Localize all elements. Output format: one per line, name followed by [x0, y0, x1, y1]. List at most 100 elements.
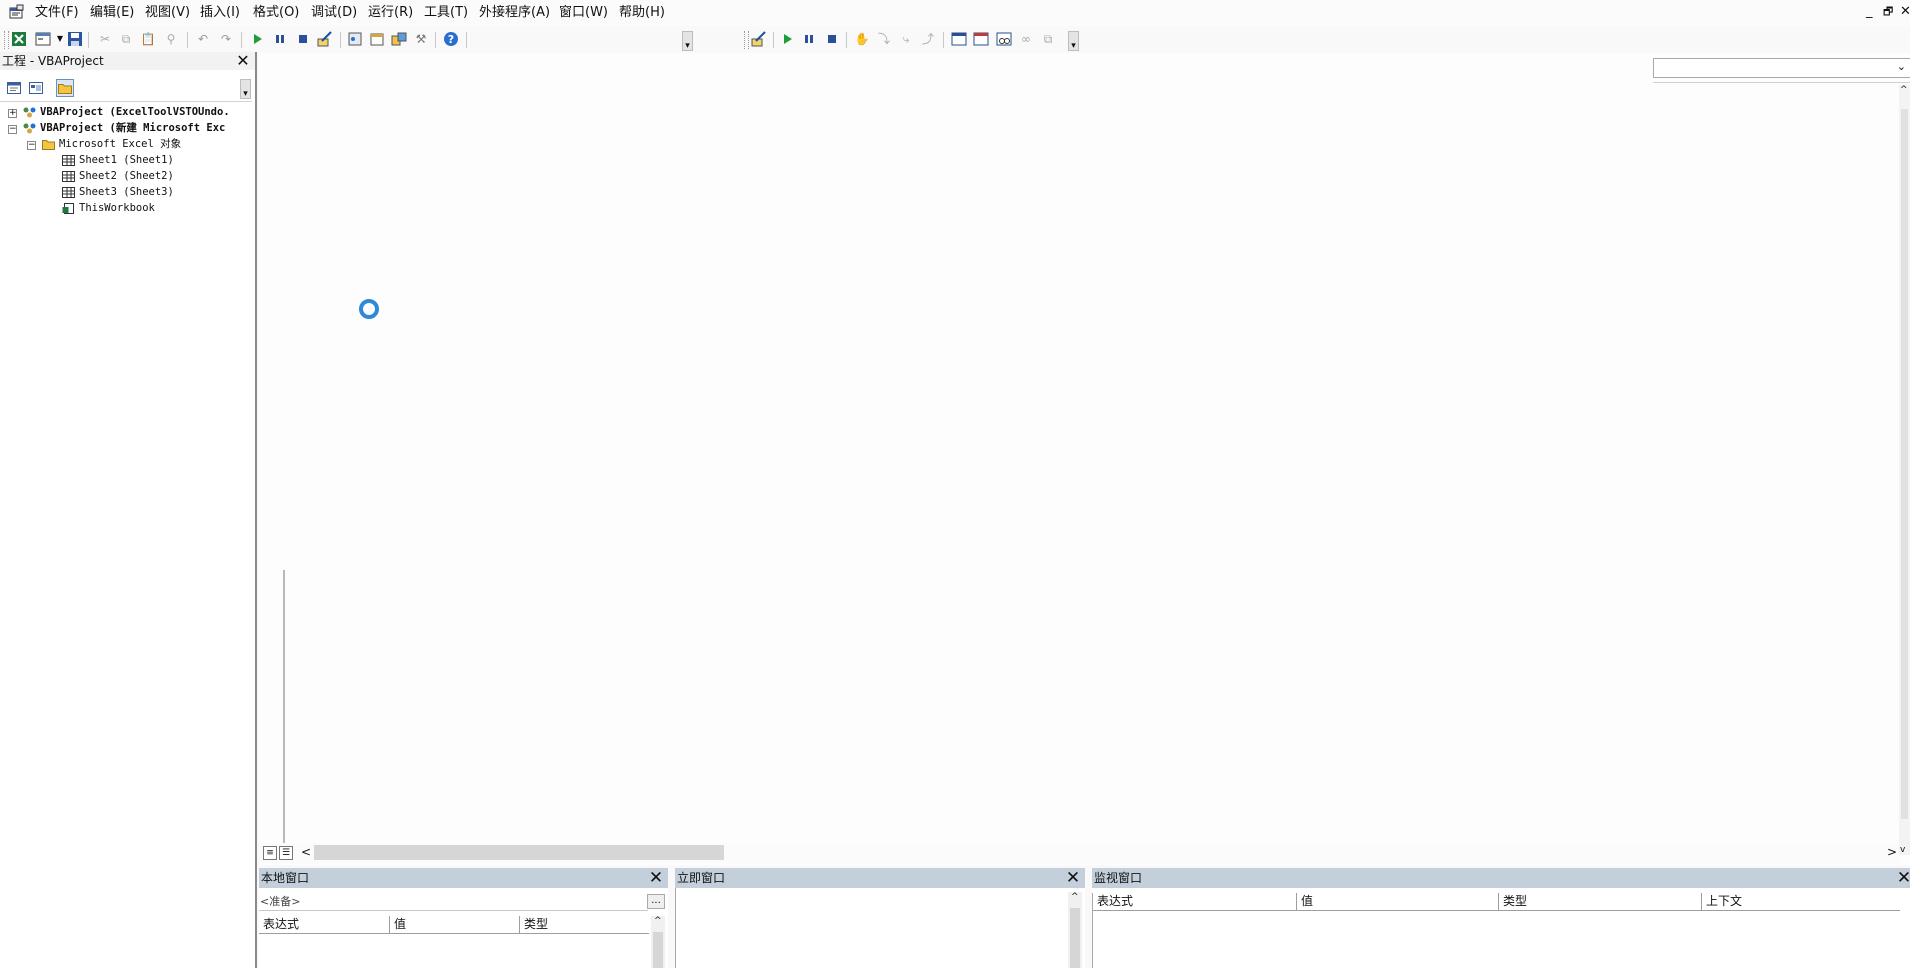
- tree-item-sheet3[interactable]: Sheet3 (Sheet3): [62, 185, 174, 200]
- cut-icon[interactable]: ✂: [97, 31, 113, 47]
- scroll-up-icon[interactable]: ^: [1071, 892, 1079, 902]
- watch-close-icon[interactable]: ✕: [1895, 869, 1910, 887]
- immediate-input-area[interactable]: [675, 888, 1068, 968]
- column-header-expression[interactable]: 表达式: [1093, 893, 1297, 910]
- copy-icon[interactable]: ⧉: [118, 31, 134, 47]
- code-vertical-scrollbar[interactable]: ^ v: [1899, 85, 1910, 855]
- step-into-icon[interactable]: ⤵: [876, 31, 892, 47]
- edit-design-mode-icon[interactable]: [751, 31, 767, 47]
- quick-watch-icon[interactable]: ∞: [1018, 31, 1034, 47]
- scrollbar-thumb[interactable]: [314, 845, 724, 860]
- collapse-minus-icon[interactable]: −: [8, 125, 17, 134]
- project-panel-close-icon[interactable]: ✕: [235, 53, 251, 69]
- tree-item-excel-objects-folder[interactable]: Microsoft Excel 对象: [42, 137, 181, 152]
- menu-bar: 文件(F) 编辑(E) 视图(V) 插入(I) 格式(O) 调试(D) 运行(R…: [0, 0, 1910, 26]
- properties-window-icon[interactable]: [369, 31, 385, 47]
- break-pause-icon[interactable]: [272, 31, 288, 47]
- redo-icon[interactable]: ↷: [218, 31, 234, 47]
- excel-view-icon[interactable]: [11, 31, 27, 47]
- menu-help[interactable]: 帮助(H): [617, 4, 667, 22]
- insert-dropdown-chevron-down-icon[interactable]: ▼: [52, 31, 68, 47]
- view-object-icon[interactable]: [27, 79, 45, 97]
- tree-item-thisworkbook[interactable]: ThisWorkbook: [62, 201, 155, 216]
- scroll-up-icon[interactable]: ^: [654, 916, 662, 926]
- immediate-vertical-scrollbar[interactable]: ^: [1068, 892, 1082, 968]
- menu-file[interactable]: 文件(F): [33, 4, 81, 22]
- column-header-type[interactable]: 类型: [1499, 893, 1702, 910]
- column-header-value[interactable]: 值: [1297, 893, 1499, 910]
- object-browser-icon[interactable]: [391, 31, 407, 47]
- menu-tools[interactable]: 工具(T): [422, 4, 470, 22]
- locals-vertical-scrollbar[interactable]: ^: [651, 916, 665, 968]
- locals-close-icon[interactable]: ✕: [647, 869, 665, 887]
- scroll-right-icon[interactable]: >: [1887, 845, 1897, 859]
- undo-icon[interactable]: ↶: [195, 31, 211, 47]
- step-over-icon[interactable]: ⤷: [898, 31, 914, 47]
- locals-window: 本地窗口 ✕ <准备> ... 表达式 值 类型 ^: [259, 868, 668, 968]
- menu-insert[interactable]: 插入(I): [198, 4, 242, 22]
- menu-window[interactable]: 窗口(W): [557, 4, 610, 22]
- paste-icon[interactable]: 📋: [140, 31, 156, 47]
- locals-window-icon[interactable]: [951, 31, 967, 47]
- column-header-context[interactable]: 上下文: [1702, 893, 1901, 910]
- tree-item-sheet2[interactable]: Sheet2 (Sheet2): [62, 169, 174, 184]
- project-toolbar-overflow-chevron-icon[interactable]: ▾: [240, 79, 251, 99]
- scrollbar-thumb[interactable]: [1070, 908, 1080, 968]
- watch-list-area[interactable]: [1092, 911, 1901, 968]
- menu-addins[interactable]: 外接程序(A): [477, 4, 552, 22]
- watch-window-icon[interactable]: [996, 31, 1012, 47]
- find-icon[interactable]: ⚲: [163, 31, 179, 47]
- scrollbar-thumb[interactable]: [653, 932, 663, 968]
- menu-view[interactable]: 视图(V): [143, 4, 192, 22]
- code-horizontal-scrollbar[interactable]: ≡ ☰ < >: [259, 843, 1899, 863]
- scrollbar-thumb[interactable]: [1901, 109, 1908, 819]
- tree-item-vbaproject-new[interactable]: VBAProject (新建 Microsoft Exc: [23, 121, 225, 136]
- view-code-icon[interactable]: [5, 79, 23, 97]
- menu-debug[interactable]: 调试(D): [309, 4, 359, 22]
- reset-stop-icon[interactable]: [295, 31, 311, 47]
- debug-pause-icon[interactable]: [801, 31, 817, 47]
- immediate-close-icon[interactable]: ✕: [1064, 869, 1082, 887]
- column-header-expression[interactable]: 表达式: [259, 916, 390, 933]
- combo-chevron-down-icon[interactable]: ⌄: [1897, 60, 1906, 73]
- procedure-combo[interactable]: ⌄: [1653, 58, 1910, 78]
- full-module-view-icon[interactable]: ☰: [279, 846, 293, 860]
- expand-plus-icon[interactable]: +: [8, 109, 17, 118]
- design-mode-icon[interactable]: [317, 31, 333, 47]
- procedure-view-icon[interactable]: ≡: [263, 846, 277, 860]
- code-window-area[interactable]: ⌄ ^ v ≡ ☰ < >: [259, 53, 1910, 865]
- scroll-down-icon[interactable]: v: [1900, 845, 1905, 855]
- menu-edit[interactable]: 编辑(E): [88, 4, 136, 22]
- column-header-type[interactable]: 类型: [520, 916, 649, 933]
- close-button[interactable]: ✕: [1900, 4, 1910, 20]
- column-header-value[interactable]: 值: [390, 916, 520, 933]
- insert-userform-icon[interactable]: [35, 31, 51, 47]
- tree-item-vbaproject-exceltool[interactable]: VBAProject (ExcelToolVSTOUndo.: [23, 105, 230, 120]
- call-stack-browse-button[interactable]: ...: [647, 894, 665, 909]
- save-icon[interactable]: [67, 31, 83, 47]
- restore-button[interactable]: 🗗: [1883, 4, 1893, 20]
- collapse-minus-icon[interactable]: −: [27, 141, 36, 150]
- call-stack-icon[interactable]: ⧉: [1040, 31, 1056, 47]
- menu-format[interactable]: 格式(O): [251, 4, 301, 22]
- immediate-window-icon[interactable]: [973, 31, 989, 47]
- minimize-button[interactable]: _: [1866, 4, 1873, 20]
- tree-item-sheet1[interactable]: Sheet1 (Sheet1): [62, 153, 174, 168]
- toolbar-grip[interactable]: [4, 31, 9, 49]
- continue-run-icon[interactable]: [779, 31, 795, 47]
- run-macro-icon[interactable]: [249, 31, 265, 47]
- project-explorer-icon[interactable]: [347, 31, 363, 47]
- toggle-folders-icon[interactable]: [56, 79, 74, 97]
- scroll-left-icon[interactable]: <: [301, 845, 311, 859]
- vba-editor-app-icon[interactable]: [8, 4, 24, 20]
- debug-toolbar-overflow-chevron-icon[interactable]: ▾: [1068, 31, 1079, 51]
- help-icon[interactable]: ?: [443, 31, 459, 47]
- edit-toolbar-grip[interactable]: [744, 31, 749, 49]
- toolbox-icon[interactable]: ⚒: [413, 31, 429, 47]
- toolbar-overflow-chevron-icon[interactable]: ▾: [682, 31, 693, 51]
- scroll-up-icon[interactable]: ^: [1900, 85, 1908, 95]
- step-out-icon[interactable]: ⤴: [920, 31, 936, 47]
- debug-stop-icon[interactable]: [824, 31, 840, 47]
- toggle-breakpoint-icon[interactable]: ✋: [854, 31, 870, 47]
- menu-run[interactable]: 运行(R): [366, 4, 415, 22]
